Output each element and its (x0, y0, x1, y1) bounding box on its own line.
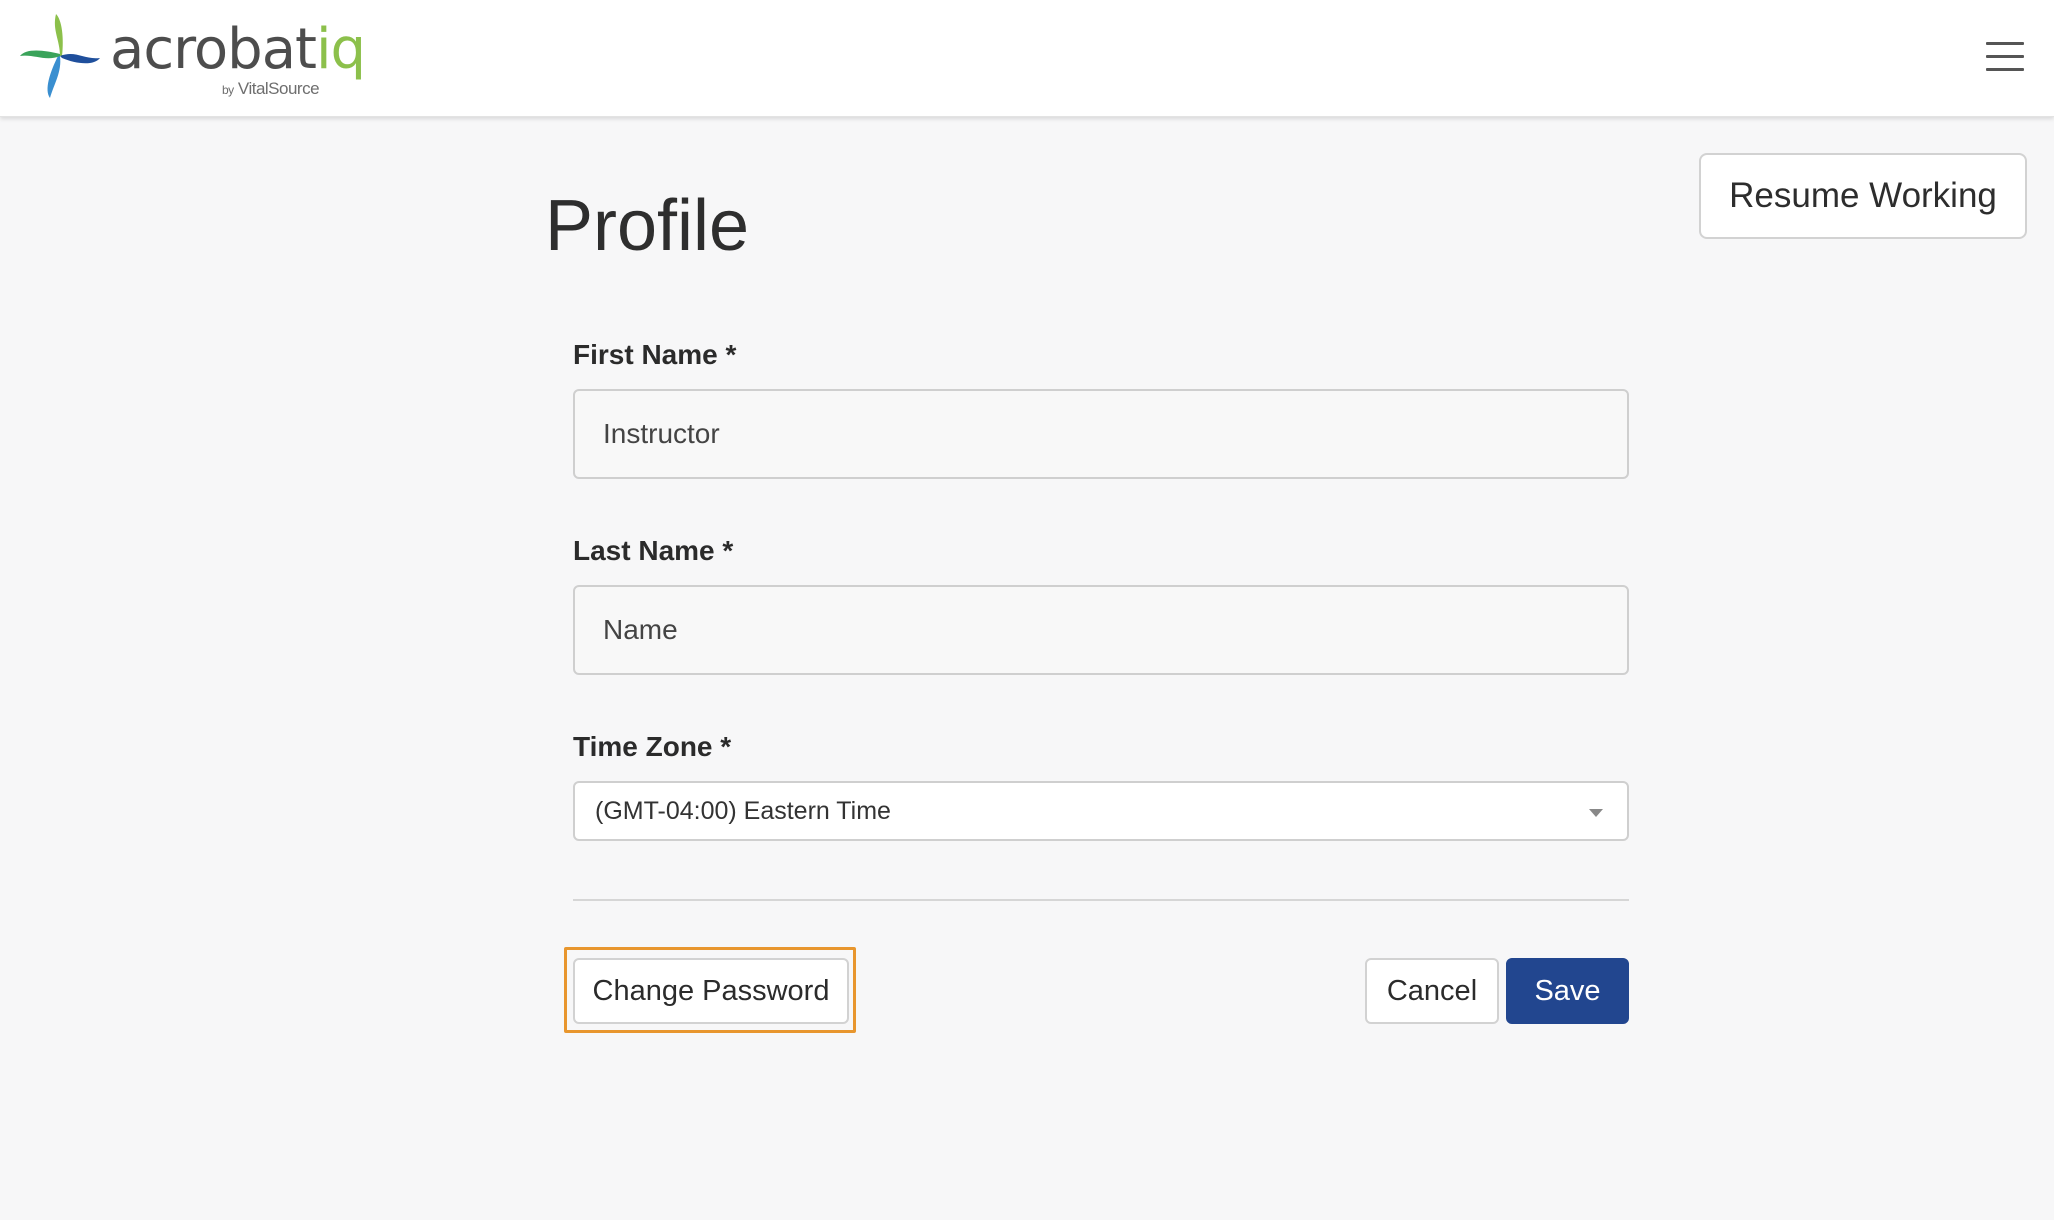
cancel-button[interactable]: Cancel (1365, 958, 1499, 1024)
form-divider (573, 899, 1629, 901)
resume-working-button[interactable]: Resume Working (1699, 153, 2027, 239)
logo-wordmark: acrobatiq (110, 17, 366, 82)
time-zone-selected-value: (GMT-04:00) Eastern Time (595, 796, 891, 825)
time-zone-select[interactable]: (GMT-04:00) Eastern Time (573, 781, 1629, 841)
change-password-button[interactable]: Change Password (573, 958, 849, 1024)
app-header: acrobatiq by VitalSource (0, 0, 2054, 117)
first-name-label: First Name * (573, 339, 737, 370)
logo-vitalsource: by VitalSource (222, 79, 320, 98)
acrobatiq-logo[interactable]: acrobatiq by VitalSource (20, 10, 366, 100)
pinwheel-logo-icon (20, 14, 100, 98)
hamburger-menu-icon[interactable] (1986, 40, 2026, 74)
page-title: Profile (545, 186, 750, 266)
time-zone-label: Time Zone * (573, 731, 732, 762)
last-name-input[interactable] (573, 585, 1629, 675)
save-button[interactable]: Save (1506, 958, 1629, 1024)
chevron-down-icon (1589, 809, 1603, 817)
last-name-label: Last Name * (573, 535, 734, 566)
first-name-input[interactable] (573, 389, 1629, 479)
